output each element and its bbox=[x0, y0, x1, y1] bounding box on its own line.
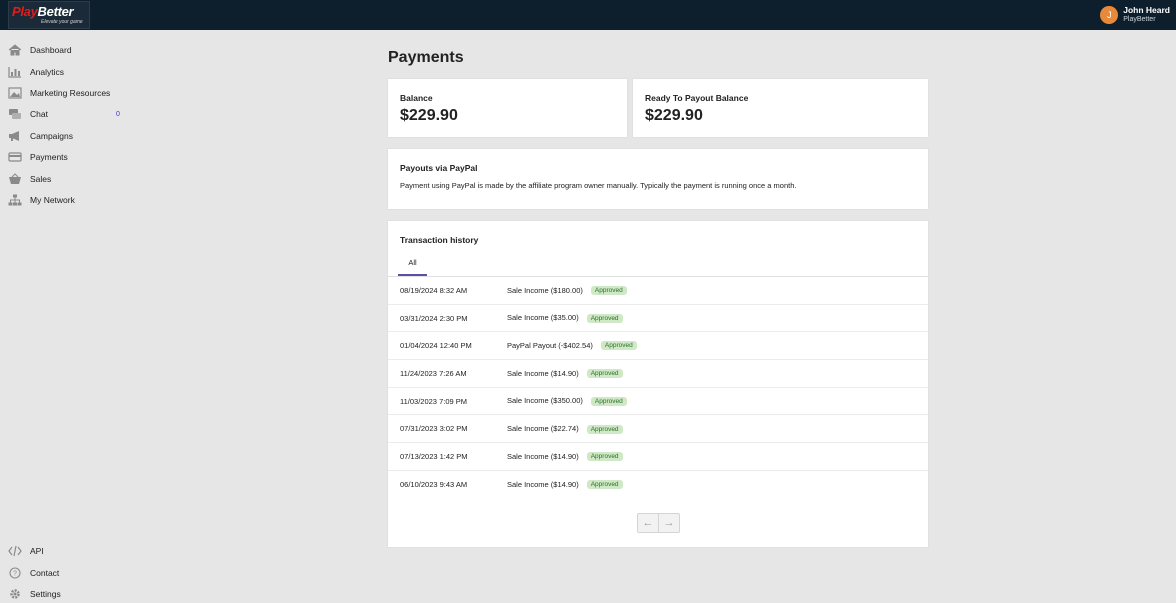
tab-all[interactable]: All bbox=[398, 251, 427, 276]
gear-icon bbox=[8, 588, 22, 600]
table-row: 11/24/2023 7:26 AM Sale Income ($14.90) A… bbox=[388, 360, 928, 388]
status-badge: Approved bbox=[590, 396, 627, 406]
top-bar: PlayBetter Elevate your game J John Hear… bbox=[0, 0, 1176, 30]
logo-text-play: Play bbox=[12, 4, 38, 19]
sidebar-item-label: API bbox=[30, 546, 44, 556]
table-row: 01/04/2024 12:40 PM PayPal Payout (-$402… bbox=[388, 332, 928, 361]
sidebar-item-marketing-resources[interactable]: Marketing Resources bbox=[0, 84, 130, 102]
transaction-description: Sale Income ($180.00) bbox=[507, 285, 583, 295]
chat-icon bbox=[8, 108, 22, 120]
transaction-date: 07/31/2023 3:02 PM bbox=[400, 424, 468, 434]
sidebar-item-chat[interactable]: Chat 0 bbox=[0, 105, 130, 123]
sidebar-item-label: Dashboard bbox=[30, 45, 72, 55]
user-menu[interactable]: J John Heard PlayBetter bbox=[1100, 4, 1170, 26]
transaction-description: Sale Income ($35.00) bbox=[507, 313, 579, 323]
image-icon bbox=[8, 87, 22, 99]
sidebar-item-label: Analytics bbox=[30, 67, 65, 77]
status-badge: Approved bbox=[586, 424, 623, 434]
sidebar-item-label: Settings bbox=[30, 589, 61, 599]
chat-count-badge: 0 bbox=[116, 110, 120, 118]
table-row: 11/03/2023 7:09 PM Sale Income ($350.00)… bbox=[388, 388, 928, 416]
payout-balance-value: $229.90 bbox=[645, 107, 703, 124]
sidebar-item-label: Contact bbox=[30, 568, 60, 578]
balance-card: Balance $229.90 bbox=[388, 79, 627, 137]
status-badge: Approved bbox=[586, 480, 623, 490]
code-icon bbox=[8, 545, 22, 557]
status-badge: Approved bbox=[600, 341, 637, 351]
page-title: Payments bbox=[388, 49, 464, 66]
status-badge: Approved bbox=[590, 286, 627, 296]
sidebar-item-label: Payments bbox=[30, 152, 68, 162]
table-row: 07/13/2023 1:42 PM Sale Income ($14.90) A… bbox=[388, 443, 928, 471]
status-badge: Approved bbox=[586, 369, 623, 379]
transaction-date: 11/24/2023 7:26 AM bbox=[400, 368, 467, 378]
sidebar-item-label: Campaigns bbox=[30, 131, 73, 141]
transaction-date: 06/10/2023 9:43 AM bbox=[400, 480, 468, 490]
credit-card-icon bbox=[8, 151, 22, 163]
transaction-date: 07/13/2023 1:42 PM bbox=[400, 451, 468, 461]
sidebar-item-api[interactable]: API bbox=[0, 542, 130, 560]
table-row: 07/31/2023 3:02 PM Sale Income ($22.74) A… bbox=[388, 415, 928, 444]
sidebar-item-payments[interactable]: Payments bbox=[0, 148, 130, 166]
paypal-description: Payment using PayPal is made by the affi… bbox=[400, 181, 797, 190]
transaction-description: PayPal Payout (-$402.54) bbox=[507, 340, 593, 350]
table-row: 08/19/2024 8:32 AM Sale Income ($180.00)… bbox=[388, 277, 928, 305]
transaction-date: 08/19/2024 8:32 AM bbox=[400, 285, 468, 295]
svg-text:?: ? bbox=[13, 571, 17, 578]
status-badge: Approved bbox=[586, 313, 623, 323]
table-row: 03/31/2024 2:30 PM Sale Income ($35.00) A… bbox=[388, 305, 928, 333]
bar-chart-icon bbox=[8, 66, 22, 78]
pagination: ← → bbox=[637, 513, 680, 533]
help-icon: ? bbox=[8, 567, 22, 579]
sidebar-item-sales[interactable]: Sales bbox=[0, 170, 130, 188]
basket-icon bbox=[8, 173, 22, 185]
paypal-info-card: Payouts via PayPal Payment using PayPal … bbox=[388, 149, 928, 209]
logo-tagline: Elevate your game bbox=[41, 19, 83, 25]
paypal-title: Payouts via PayPal bbox=[400, 163, 478, 173]
transaction-description: Sale Income ($14.90) bbox=[507, 451, 579, 461]
sidebar-item-analytics[interactable]: Analytics bbox=[0, 63, 130, 81]
table-row: 06/10/2023 9:43 AM Sale Income ($14.90) A… bbox=[388, 471, 928, 499]
transaction-list: 08/19/2024 8:32 AM Sale Income ($180.00)… bbox=[388, 277, 928, 499]
brand-logo[interactable]: PlayBetter Elevate your game bbox=[8, 1, 90, 29]
sidebar-item-label: My Network bbox=[30, 195, 75, 205]
next-page-button[interactable]: → bbox=[659, 514, 679, 532]
sidebar-item-contact[interactable]: ? Contact bbox=[0, 564, 130, 582]
payout-balance-label: Ready To Payout Balance bbox=[645, 93, 749, 103]
payout-balance-card: Ready To Payout Balance $229.90 bbox=[633, 79, 928, 137]
transaction-history-title: Transaction history bbox=[400, 235, 479, 245]
transaction-description: Sale Income ($22.74) bbox=[507, 424, 579, 434]
network-icon bbox=[8, 194, 22, 206]
prev-page-button[interactable]: ← bbox=[638, 514, 659, 532]
sidebar-item-my-network[interactable]: My Network bbox=[0, 191, 130, 209]
transaction-description: Sale Income ($350.00) bbox=[507, 396, 583, 406]
transaction-description: Sale Income ($14.90) bbox=[507, 368, 579, 378]
sidebar-item-campaigns[interactable]: Campaigns bbox=[0, 127, 130, 145]
transaction-description: Sale Income ($14.90) bbox=[507, 479, 579, 489]
sidebar-item-label: Chat bbox=[30, 109, 48, 119]
sidebar-item-label: Marketing Resources bbox=[30, 88, 111, 98]
transaction-history-card: Transaction history All 08/19/2024 8:32 … bbox=[388, 221, 928, 547]
balance-label: Balance bbox=[400, 93, 433, 103]
sidebar-item-dashboard[interactable]: Dashboard bbox=[0, 41, 130, 59]
avatar[interactable]: J bbox=[1100, 6, 1119, 24]
transaction-date: 01/04/2024 12:40 PM bbox=[400, 341, 472, 351]
user-name: John Heard bbox=[1123, 5, 1170, 15]
transaction-date: 11/03/2023 7:09 PM bbox=[400, 396, 467, 406]
status-badge: Approved bbox=[586, 452, 623, 462]
logo-text-better: Better bbox=[37, 4, 74, 19]
sidebar: Dashboard Analytics Marketing Resources … bbox=[0, 30, 140, 603]
sidebar-item-settings[interactable]: Settings bbox=[0, 585, 130, 603]
user-org: PlayBetter bbox=[1123, 16, 1156, 23]
megaphone-icon bbox=[8, 130, 22, 142]
balance-value: $229.90 bbox=[400, 107, 458, 124]
home-icon bbox=[8, 44, 22, 56]
sidebar-item-label: Sales bbox=[30, 174, 52, 184]
transaction-date: 03/31/2024 2:30 PM bbox=[400, 313, 468, 323]
